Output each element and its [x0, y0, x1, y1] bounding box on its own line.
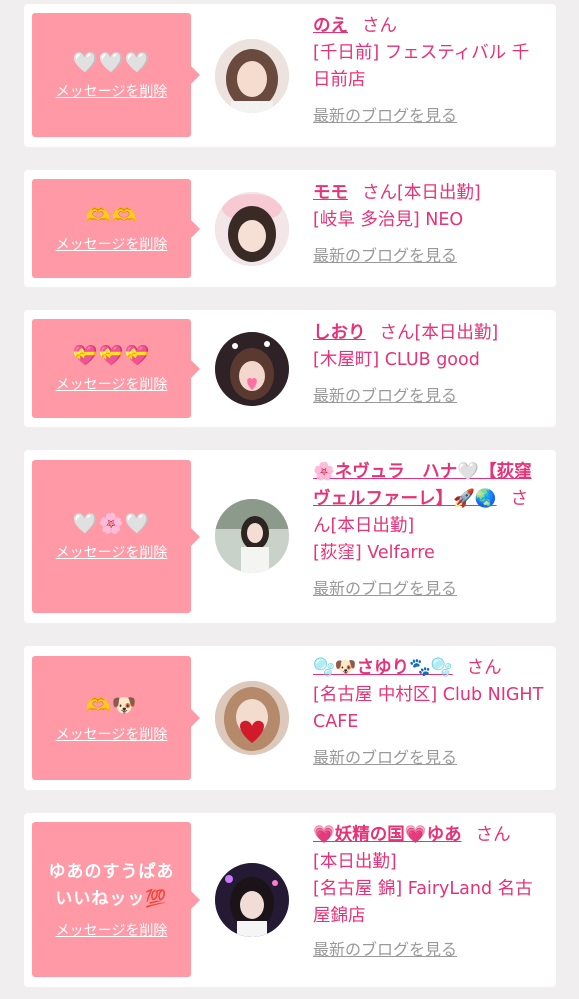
latest-blog-link[interactable]: 最新のブログを見る	[313, 579, 544, 599]
work-status: [本日出勤]	[397, 183, 481, 203]
message-text: 🫶🐶	[85, 692, 138, 717]
user-name-link[interactable]: 🫧🐶さゆり🐾🫧	[313, 658, 453, 678]
user-name-link[interactable]: しおり	[313, 323, 366, 343]
user-info: のえ さん [千日前] フェスティバル 千日前店 最新のブログを見る	[313, 13, 544, 126]
delete-message-link[interactable]: メッセージを削除	[56, 542, 168, 562]
delete-message-link[interactable]: メッセージを削除	[56, 374, 168, 394]
message-card: 💝💝💝 メッセージを削除 しおり さん[本日出勤] [木屋町] CLUB good…	[24, 310, 556, 427]
honorific: さん	[475, 825, 511, 845]
user-info: モモ さん[本日出勤] [岐阜 多治見] NEO 最新のブログを見る	[313, 180, 544, 266]
delete-message-link[interactable]: メッセージを削除	[56, 81, 168, 101]
user-name-link[interactable]: 🌸ネヴュラ ハナ🤍【荻窪ヴェルファーレ】🚀🌏	[313, 462, 532, 509]
latest-blog-link[interactable]: 最新のブログを見る	[313, 940, 544, 960]
message-bubble: 🤍🌸🤍 メッセージを削除	[32, 460, 200, 613]
avatar[interactable]	[215, 863, 289, 937]
work-status: [本日出勤]	[414, 323, 499, 343]
shop-info: [千日前] フェスティバル 千日前店	[313, 43, 530, 90]
avatar[interactable]	[215, 332, 289, 406]
message-card: ゆあのすうぱあいいねッッ💯 メッセージを削除 💗妖精の国💗ゆあ さん [本日出勤]…	[24, 813, 556, 987]
message-bubble: 🤍🤍🤍 メッセージを削除	[32, 13, 200, 137]
user-info: 🌸ネヴュラ ハナ🤍【荻窪ヴェルファーレ】🚀🌏 さん[本日出勤] [荻窪] Velf…	[313, 459, 544, 599]
message-text: ゆあのすうぱあいいねッッ💯	[48, 862, 175, 909]
user-info: しおり さん[本日出勤] [木屋町] CLUB good 最新のブログを見る	[313, 320, 544, 406]
avatar-photo	[215, 681, 289, 755]
message-bubble: 💝💝💝 メッセージを削除	[32, 319, 200, 418]
delete-message-link[interactable]: メッセージを削除	[56, 724, 168, 744]
work-status: [本日出勤]	[313, 852, 397, 872]
shop-info: [名古屋 中村区] Club NIGHT CAFE	[313, 685, 544, 732]
message-bubble: 🫶🫶 メッセージを削除	[32, 179, 200, 278]
avatar[interactable]	[215, 39, 289, 113]
latest-blog-link[interactable]: 最新のブログを見る	[313, 106, 544, 126]
shop-info: [荻窪] Velfarre	[313, 543, 435, 563]
honorific: さん	[362, 183, 397, 203]
latest-blog-link[interactable]: 最新のブログを見る	[313, 246, 544, 266]
message-text: 💝💝💝	[72, 343, 151, 367]
avatar-photo	[215, 39, 289, 113]
user-name-link[interactable]: 💗妖精の国💗ゆあ	[313, 825, 462, 845]
message-card: 🤍🌸🤍 メッセージを削除 🌸ネヴュラ ハナ🤍【荻窪ヴェルファーレ】🚀🌏 さん[本日…	[24, 450, 556, 623]
message-card: 🫶🫶 メッセージを削除 モモ さん[本日出勤] [岐阜 多治見] NEO 最新のブ…	[24, 170, 556, 287]
latest-blog-link[interactable]: 最新のブログを見る	[313, 748, 544, 768]
message-card: 🫶🐶 メッセージを削除 🫧🐶さゆり🐾🫧 さん [名古屋 中村区] Club NIG…	[24, 646, 556, 790]
message-bubble: ゆあのすうぱあいいねッッ💯 メッセージを削除	[32, 822, 200, 977]
honorific: さん	[362, 16, 397, 36]
user-name-link[interactable]: のえ	[313, 16, 348, 36]
avatar[interactable]	[215, 681, 289, 755]
message-text: 🤍🌸🤍	[72, 511, 151, 535]
latest-blog-link[interactable]: 最新のブログを見る	[313, 386, 544, 406]
avatar-photo	[215, 332, 289, 406]
work-status: [本日出勤]	[330, 516, 415, 536]
shop-info: [木屋町] CLUB good	[313, 350, 480, 370]
shop-info: [名古屋 錦] FairyLand 名古屋錦店	[313, 879, 533, 926]
avatar[interactable]	[215, 192, 289, 266]
avatar-photo	[215, 863, 289, 937]
user-name-link[interactable]: モモ	[313, 183, 348, 203]
message-text: 🤍🤍🤍	[72, 49, 151, 74]
honorific: さん	[379, 323, 415, 343]
message-card: 🤍🤍🤍 メッセージを削除 のえ さん [千日前] フェスティバル 千日前店 最新の…	[24, 4, 556, 147]
shop-info: [岐阜 多治見] NEO	[313, 210, 464, 230]
user-info: 🫧🐶さゆり🐾🫧 さん [名古屋 中村区] Club NIGHT CAFE 最新のブ…	[313, 655, 544, 768]
message-bubble: 🫶🐶 メッセージを削除	[32, 656, 200, 780]
avatar-photo	[215, 192, 289, 266]
message-text: 🫶🫶	[85, 203, 138, 227]
avatar[interactable]	[215, 499, 289, 573]
delete-message-link[interactable]: メッセージを削除	[56, 234, 168, 254]
avatar-photo	[215, 499, 289, 573]
user-info: 💗妖精の国💗ゆあ さん [本日出勤] [名古屋 錦] FairyLand 名古屋錦…	[313, 822, 544, 960]
delete-message-link[interactable]: メッセージを削除	[56, 920, 168, 940]
honorific: さん	[466, 658, 502, 678]
